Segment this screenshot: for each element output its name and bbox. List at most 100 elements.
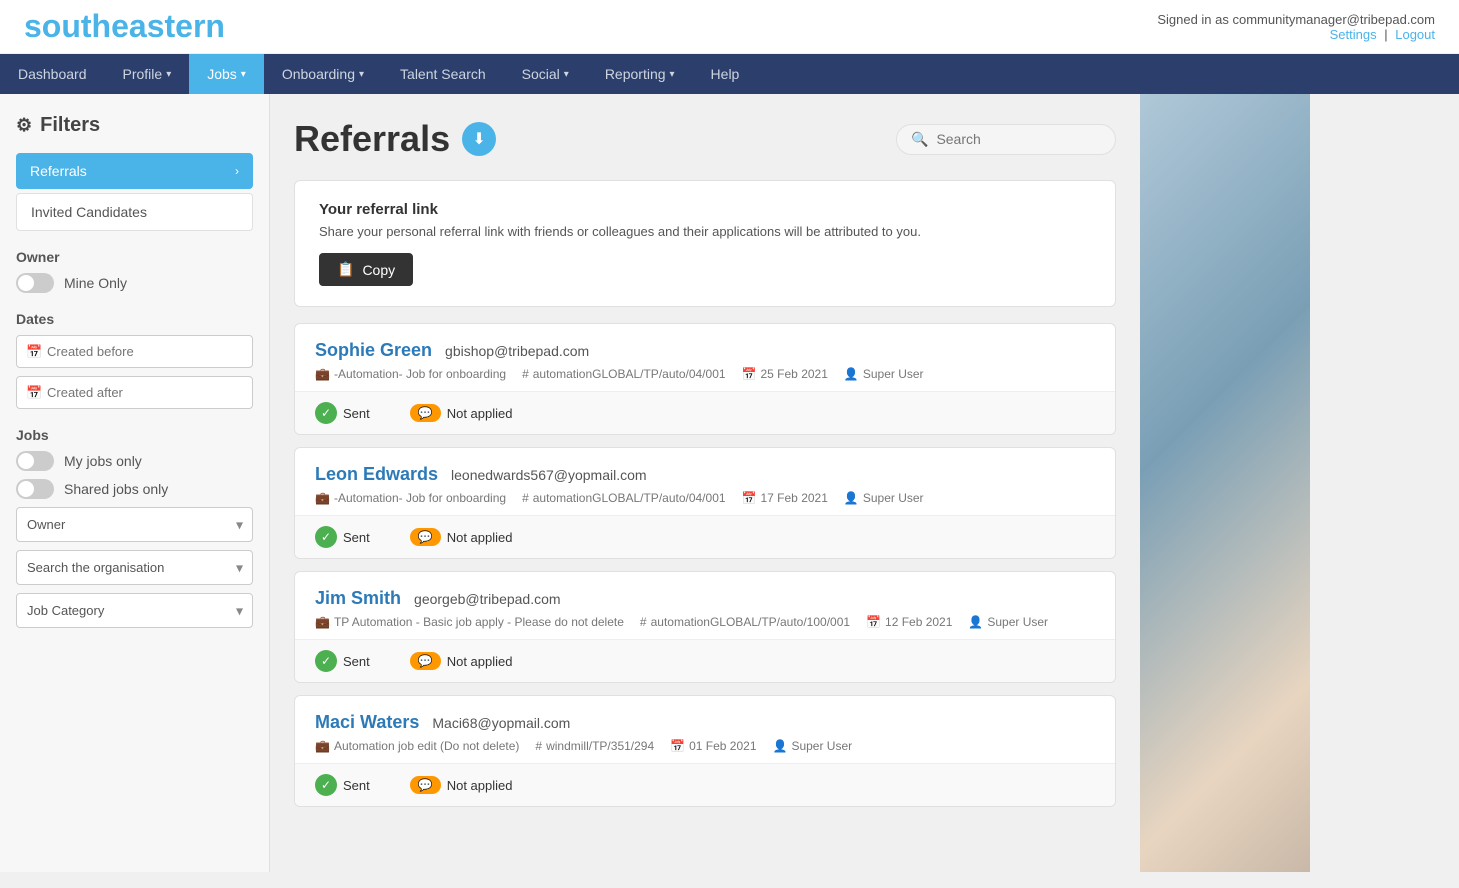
- search-box: 🔍: [896, 124, 1116, 155]
- sent-label: Sent: [343, 654, 370, 669]
- logout-link[interactable]: Logout: [1395, 27, 1435, 42]
- my-jobs-only-toggle[interactable]: [16, 451, 54, 471]
- calendar-icon-before: 📅: [26, 344, 42, 360]
- referral-box-heading: Your referral link: [319, 201, 1091, 218]
- sidebar-item-referrals[interactable]: Referrals ›: [16, 153, 253, 189]
- candidate-job: 💼 -Automation- Job for onboarding: [315, 367, 506, 381]
- sent-status: ✓ Sent: [315, 650, 370, 672]
- hash-icon: #: [640, 615, 647, 629]
- sent-label: Sent: [343, 530, 370, 545]
- nav-profile[interactable]: Profile ▾: [105, 54, 190, 94]
- nav-talent-search[interactable]: Talent Search: [382, 54, 504, 94]
- search-org-select[interactable]: Search the organisation: [16, 550, 253, 585]
- candidate-info: Sophie Green gbishop@tribepad.com 💼 -Aut…: [295, 324, 1115, 391]
- candidate-date: 📅 17 Feb 2021: [742, 491, 828, 505]
- candidate-name: Maci Waters Maci68@yopmail.com: [315, 712, 1095, 733]
- nav-jobs[interactable]: Jobs ▾: [189, 54, 264, 94]
- main-content: Referrals ⬇ 🔍 Your referral link Share y…: [270, 94, 1140, 872]
- nav-reporting[interactable]: Reporting ▾: [587, 54, 693, 94]
- copy-icon: 📋: [337, 261, 354, 278]
- candidate-status-row: ✓ Sent 💬 Not applied: [295, 763, 1115, 806]
- dates-section-title: Dates: [16, 311, 253, 327]
- jobs-section-title: Jobs: [16, 427, 253, 443]
- candidate-email: leonedwards567@yopmail.com: [451, 467, 647, 483]
- nav-social[interactable]: Social ▾: [504, 54, 587, 94]
- not-applied-badge-icon: 💬: [410, 776, 441, 794]
- candidate-info: Leon Edwards leonedwards567@yopmail.com …: [295, 448, 1115, 515]
- job-category-select[interactable]: Job Category: [16, 593, 253, 628]
- download-icon[interactable]: ⬇: [462, 122, 496, 156]
- sent-badge-icon: ✓: [315, 526, 337, 548]
- not-applied-status: 💬 Not applied: [410, 402, 513, 424]
- not-applied-label: Not applied: [447, 654, 513, 669]
- hash-icon: #: [522, 367, 529, 381]
- candidate-status-row: ✓ Sent 💬 Not applied: [295, 515, 1115, 558]
- calendar-icon: 📅: [670, 739, 685, 753]
- shared-jobs-only-label: Shared jobs only: [64, 481, 168, 497]
- candidate-meta: 💼 -Automation- Job for onboarding # auto…: [315, 491, 1095, 505]
- right-decorative-image: [1140, 94, 1310, 872]
- candidate-card: Sophie Green gbishop@tribepad.com 💼 -Aut…: [294, 323, 1116, 435]
- user-icon: 👤: [968, 615, 983, 629]
- candidate-meta: 💼 TP Automation - Basic job apply - Plea…: [315, 615, 1095, 629]
- shared-jobs-only-toggle[interactable]: [16, 479, 54, 499]
- social-dropdown-arrow: ▾: [564, 69, 569, 80]
- candidate-card: Maci Waters Maci68@yopmail.com 💼 Automat…: [294, 695, 1116, 807]
- calendar-icon-after: 📅: [26, 385, 42, 401]
- mine-only-toggle[interactable]: [16, 273, 54, 293]
- candidate-date: 📅 12 Feb 2021: [866, 615, 952, 629]
- sent-badge-icon: ✓: [315, 774, 337, 796]
- briefcase-icon: 💼: [315, 739, 330, 753]
- user-icon: 👤: [773, 739, 788, 753]
- candidate-user: 👤 Super User: [844, 367, 924, 381]
- calendar-icon: 📅: [742, 367, 757, 381]
- created-after-input[interactable]: [16, 376, 253, 409]
- logo-part2: eastern: [111, 8, 225, 44]
- copy-button[interactable]: 📋 Copy: [319, 253, 413, 286]
- jobs-dropdown-arrow: ▾: [241, 69, 246, 80]
- candidate-email: georgeb@tribepad.com: [414, 591, 561, 607]
- user-icon: 👤: [844, 367, 859, 381]
- filters-gear-icon: ⚙: [16, 115, 32, 136]
- created-before-input[interactable]: [16, 335, 253, 368]
- settings-link[interactable]: Settings: [1330, 27, 1377, 42]
- sidebar: ⚙ Filters Referrals › Invited Candidates…: [0, 94, 270, 872]
- nav-dashboard[interactable]: Dashboard: [0, 54, 105, 94]
- my-jobs-only-row: My jobs only: [16, 451, 253, 471]
- candidates-list: Sophie Green gbishop@tribepad.com 💼 -Aut…: [294, 323, 1116, 807]
- not-applied-badge-icon: 💬: [410, 528, 441, 546]
- mine-only-label: Mine Only: [64, 275, 127, 291]
- candidate-email: Maci68@yopmail.com: [432, 715, 570, 731]
- candidate-date: 📅 01 Feb 2021: [670, 739, 756, 753]
- sent-label: Sent: [343, 778, 370, 793]
- candidate-name: Sophie Green gbishop@tribepad.com: [315, 340, 1095, 361]
- referral-box-description: Share your personal referral link with f…: [319, 224, 1091, 239]
- candidate-meta: 💼 Automation job edit (Do not delete) # …: [315, 739, 1095, 753]
- owner-select[interactable]: Owner: [16, 507, 253, 542]
- candidate-ref: # automationGLOBAL/TP/auto/04/001: [522, 367, 725, 381]
- copy-button-label: Copy: [362, 262, 395, 278]
- main-nav: Dashboard Profile ▾ Jobs ▾ Onboarding ▾ …: [0, 54, 1459, 94]
- candidate-user: 👤 Super User: [773, 739, 853, 753]
- calendar-icon: 📅: [742, 491, 757, 505]
- candidate-ref: # automationGLOBAL/TP/auto/04/001: [522, 491, 725, 505]
- candidate-name: Jim Smith georgeb@tribepad.com: [315, 588, 1095, 609]
- page-title-row: Referrals ⬇: [294, 118, 496, 160]
- nav-help[interactable]: Help: [693, 54, 758, 94]
- owner-section-title: Owner: [16, 249, 253, 265]
- search-org-wrapper: Search the organisation ▾: [16, 550, 253, 585]
- user-icon: 👤: [844, 491, 859, 505]
- sidebar-item-invited-candidates[interactable]: Invited Candidates: [16, 193, 253, 231]
- my-jobs-only-label: My jobs only: [64, 453, 142, 469]
- not-applied-label: Not applied: [447, 406, 513, 421]
- candidate-meta: 💼 -Automation- Job for onboarding # auto…: [315, 367, 1095, 381]
- calendar-icon: 📅: [866, 615, 881, 629]
- separator: |: [1384, 27, 1387, 42]
- candidate-status-row: ✓ Sent 💬 Not applied: [295, 391, 1115, 434]
- owner-select-wrapper: Owner ▾: [16, 507, 253, 542]
- nav-onboarding[interactable]: Onboarding ▾: [264, 54, 382, 94]
- logo-part1: south: [24, 8, 111, 44]
- search-input[interactable]: [936, 131, 1101, 147]
- page-title: Referrals: [294, 118, 450, 160]
- briefcase-icon: 💼: [315, 367, 330, 381]
